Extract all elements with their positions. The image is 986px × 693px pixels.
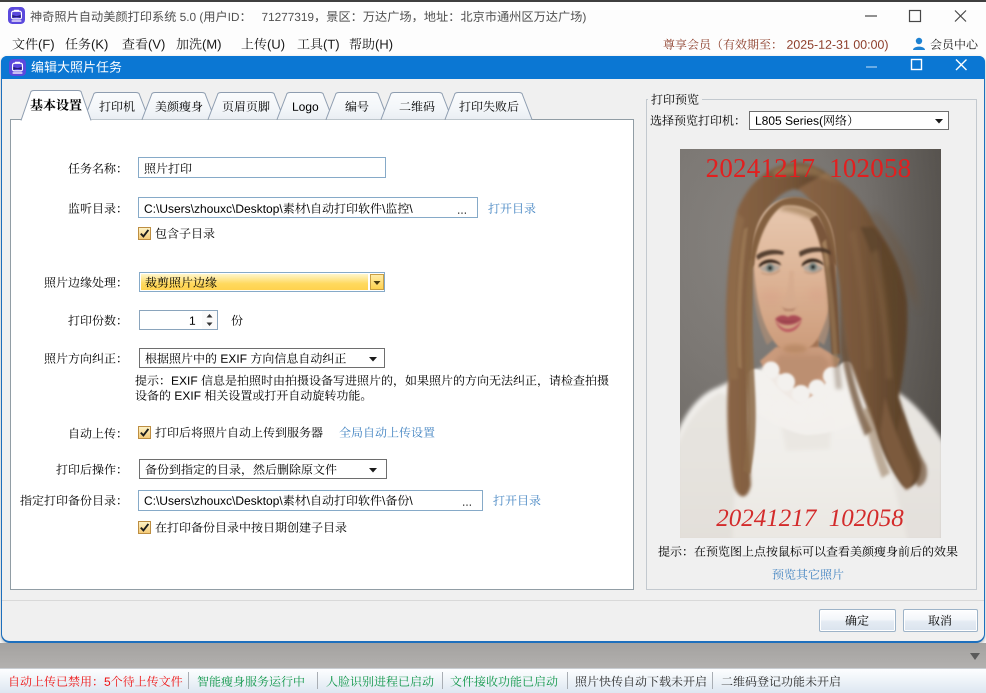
svg-text:20241217 102058: 20241217 102058 <box>706 153 912 183</box>
svg-text:20241217 102058: 20241217 102058 <box>716 505 904 532</box>
